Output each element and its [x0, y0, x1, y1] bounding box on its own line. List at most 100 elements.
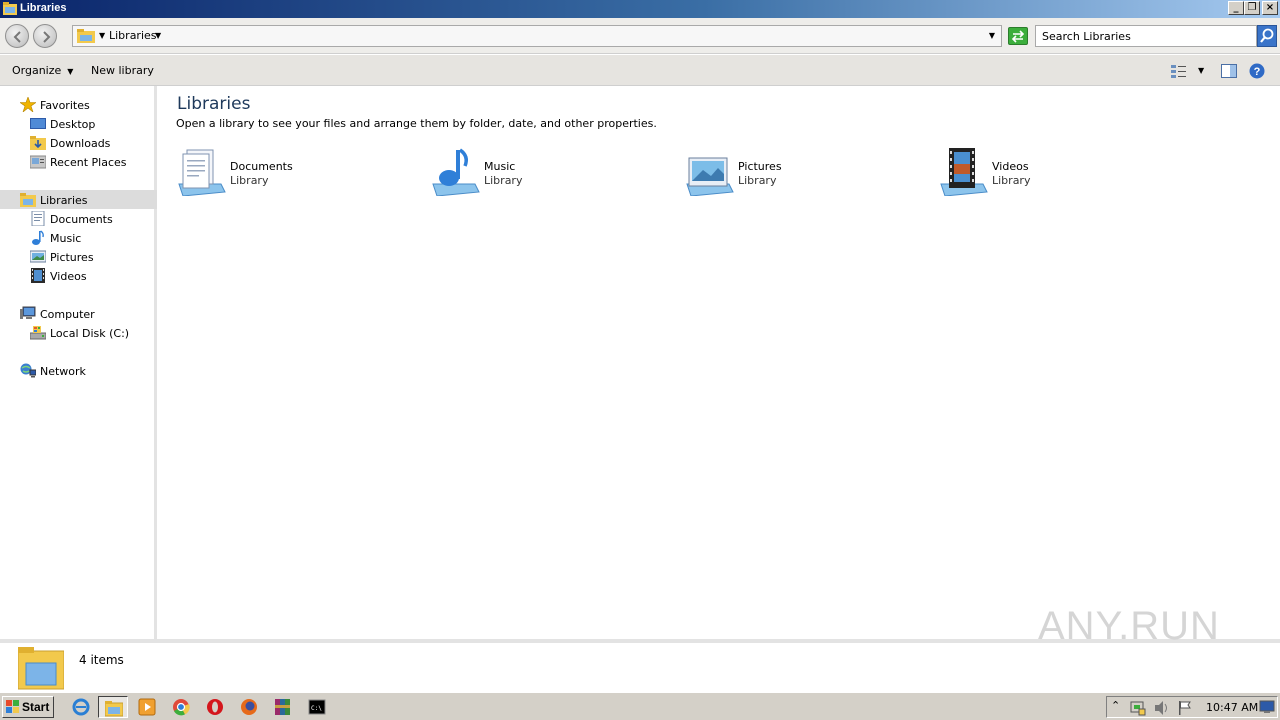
nav-recent-places[interactable]: Recent Places: [0, 152, 157, 171]
nav-videos-label: Videos: [50, 270, 87, 283]
library-type: Library: [230, 174, 269, 187]
media-player-icon: [138, 698, 156, 716]
organize-label: Organize: [12, 64, 62, 77]
minimize-button[interactable]: _: [1228, 1, 1244, 15]
refresh-button[interactable]: [1008, 27, 1028, 45]
main-content: Libraries Open a library to see your fil…: [160, 86, 1280, 639]
nav-network[interactable]: Network: [0, 361, 157, 380]
nav-computer[interactable]: Computer: [0, 304, 157, 323]
internet-explorer-icon: [72, 698, 90, 716]
library-type: Library: [992, 174, 1031, 187]
chevron-down-icon: ▼: [67, 67, 74, 76]
help-icon[interactable]: ?: [1249, 63, 1265, 79]
library-item-pictures[interactable]: Pictures Library: [685, 146, 925, 198]
back-arrow-icon: [13, 31, 21, 43]
nav-music[interactable]: Music: [0, 228, 157, 247]
watermark-logo: ANY.RUN: [1038, 604, 1220, 648]
address-history-dropdown-icon[interactable]: ▼: [989, 31, 995, 40]
item-count: 4 items: [79, 653, 124, 667]
nav-pictures[interactable]: Pictures: [0, 247, 157, 266]
command-prompt-icon: C:\: [308, 699, 326, 715]
search-input[interactable]: Search Libraries: [1035, 25, 1257, 47]
library-name: Music: [484, 160, 516, 173]
new-library-button[interactable]: New library: [91, 64, 154, 77]
videos-icon: [31, 268, 45, 283]
nav-desktop-label: Desktop: [50, 118, 96, 131]
flag-notification-icon[interactable]: [1177, 700, 1193, 716]
libraries-folder-icon: [20, 193, 36, 207]
show-hidden-icons-icon[interactable]: ⌃: [1111, 699, 1120, 712]
breadcrumb-libraries[interactable]: Libraries: [109, 29, 157, 42]
forward-button[interactable]: [33, 24, 57, 48]
search-icon: [1260, 28, 1274, 43]
nav-network-label: Network: [40, 365, 86, 378]
libraries-folder-icon: [77, 29, 95, 43]
nav-videos[interactable]: Videos: [0, 266, 157, 285]
window-title: Libraries: [20, 2, 67, 14]
taskbar-winrar[interactable]: [268, 696, 298, 718]
documents-icon: [31, 211, 45, 226]
address-field[interactable]: ▼ Libraries ▼ ▼: [72, 25, 1002, 47]
nav-favorites-label: Favorites: [40, 99, 90, 112]
nav-local-disk[interactable]: Local Disk (C:): [0, 323, 157, 342]
taskbar-firefox[interactable]: [234, 696, 264, 718]
start-label: Start: [22, 700, 50, 714]
taskbar-opera[interactable]: [200, 696, 230, 718]
music-icon: [32, 230, 44, 245]
start-button[interactable]: Start: [2, 696, 54, 718]
taskbar-media-player[interactable]: [132, 696, 162, 718]
clock[interactable]: 10:47 AM: [1206, 701, 1258, 714]
firefox-icon: [241, 699, 257, 715]
nav-documents[interactable]: Documents: [0, 209, 157, 228]
chrome-icon: [173, 699, 190, 716]
title-bar: Libraries _ ❐ ×: [0, 0, 1280, 18]
videos-library-icon: [940, 148, 988, 196]
address-bar-row: ▼ Libraries ▼ ▼ Search Libraries: [0, 18, 1280, 54]
taskbar-command-prompt[interactable]: C:\: [302, 696, 332, 718]
system-tray: ⌃ 10:47 AM: [1106, 696, 1278, 718]
star-icon: [20, 97, 36, 112]
nav-downloads[interactable]: Downloads: [0, 133, 157, 152]
libraries-folder-icon: [18, 647, 64, 690]
command-bar: Organize ▼ New library ▼ ?: [0, 55, 1280, 86]
taskbar: Start C:\ ⌃ 10:47 AM: [0, 692, 1280, 720]
volume-icon[interactable]: [1153, 700, 1169, 716]
taskbar-explorer[interactable]: [98, 696, 128, 718]
breadcrumb-dropdown-icon[interactable]: ▼: [155, 31, 161, 40]
nav-music-label: Music: [50, 232, 82, 245]
refresh-icon: [1011, 30, 1025, 43]
show-desktop-icon[interactable]: [1259, 700, 1275, 714]
organize-menu[interactable]: Organize ▼: [12, 64, 73, 77]
music-library-icon: [432, 148, 480, 196]
local-disk-icon: [30, 326, 46, 340]
taskbar-internet-explorer[interactable]: [66, 696, 96, 718]
svg-text:C:\: C:\: [311, 705, 322, 712]
nav-recent-places-label: Recent Places: [50, 156, 127, 169]
desktop-icon: [30, 118, 46, 129]
breadcrumb-chevron-icon[interactable]: ▼: [99, 31, 105, 40]
libraries-folder-icon: [3, 2, 17, 15]
nav-favorites[interactable]: Favorites: [0, 95, 157, 114]
pictures-library-icon: [686, 157, 734, 196]
action-center-icon[interactable]: [1129, 700, 1147, 716]
close-button[interactable]: ×: [1262, 1, 1278, 15]
view-options-dropdown-icon[interactable]: ▼: [1198, 66, 1204, 75]
forward-arrow-icon: [43, 31, 51, 43]
preview-pane-icon[interactable]: [1221, 63, 1237, 79]
search-button[interactable]: [1257, 25, 1277, 47]
library-item-music[interactable]: Music Library: [431, 146, 671, 198]
taskbar-chrome[interactable]: [166, 696, 196, 718]
recent-places-icon: [30, 155, 46, 169]
change-view-icon[interactable]: [1170, 63, 1188, 79]
nav-documents-label: Documents: [50, 213, 113, 226]
computer-icon: [20, 306, 36, 319]
nav-libraries[interactable]: Libraries: [0, 190, 157, 209]
library-item-videos[interactable]: Videos Library: [939, 146, 1179, 198]
documents-library-icon: [178, 149, 226, 196]
restore-button[interactable]: ❐: [1244, 1, 1260, 15]
svg-text:?: ?: [1254, 66, 1261, 78]
explorer-folder-icon: [105, 701, 123, 717]
library-item-documents[interactable]: Documents Library: [177, 146, 417, 198]
back-button[interactable]: [5, 24, 29, 48]
nav-desktop[interactable]: Desktop: [0, 114, 157, 133]
